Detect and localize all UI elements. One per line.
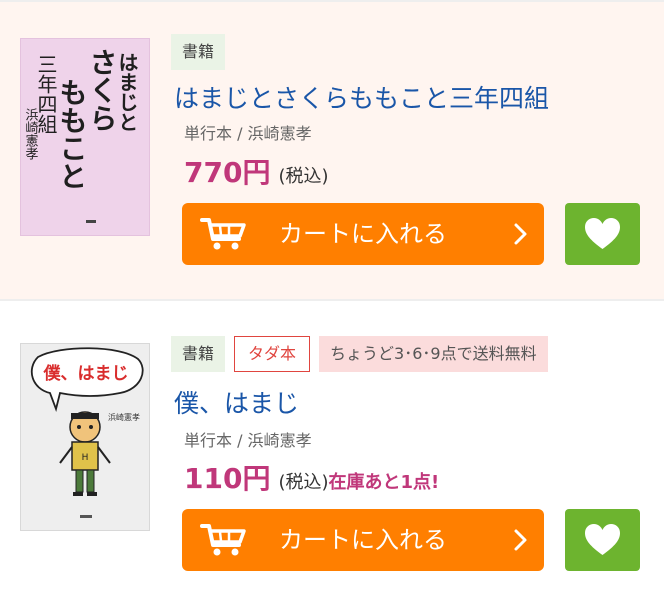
book-cover-image[interactable]: はまじと さくら ももこと 三年四組 浜崎憲孝 — [20, 38, 150, 236]
product-item: はまじと さくら ももこと 三年四組 浜崎憲孝 書籍 はまじとさくらももこと三年… — [0, 0, 664, 299]
svg-text:H: H — [82, 453, 89, 463]
free-book-badge: タダ本 — [234, 336, 311, 372]
book-cover-image[interactable]: 僕、はまじ 浜崎憲孝 H — [20, 343, 150, 531]
add-to-cart-label: カートに入れる — [279, 220, 447, 248]
divider — [0, 299, 664, 301]
add-to-cart-button[interactable]: カートに入れる — [182, 509, 544, 571]
tax-label: (税込) — [278, 472, 329, 493]
cover-title-line: さくら — [86, 48, 119, 132]
cover-author: 浜崎憲孝 — [23, 108, 39, 160]
chevron-right-icon — [514, 529, 527, 551]
add-to-cart-label: カートに入れる — [279, 526, 447, 554]
badge-group: 書籍 タダ本 ちょうど3･6･9点で送料無料 — [171, 336, 548, 372]
product-title-link[interactable]: 僕、はまじ — [174, 384, 299, 420]
stock-notice: 在庫あと1点! — [328, 472, 440, 493]
price-row: 110円 (税込) 在庫あと1点! — [184, 457, 439, 497]
product-format-author: 単行本 / 浜崎憲孝 — [184, 124, 312, 143]
cover-title: 僕、はまじ — [43, 363, 129, 384]
add-to-cart-button[interactable]: カートに入れる — [182, 203, 544, 265]
price: 770円 — [184, 156, 271, 189]
price-row: 770円 (税込) — [184, 151, 329, 191]
cover-title-line: はまじと — [115, 52, 139, 132]
price: 110円 — [184, 462, 271, 495]
favorite-button[interactable] — [565, 509, 640, 571]
badge-group: 書籍 — [171, 34, 226, 70]
cover-title-line: 三年四組 — [34, 54, 58, 134]
category-badge: 書籍 — [171, 336, 226, 372]
product-item: 僕、はまじ 浜崎憲孝 H 書籍 タダ本 ちょうど3･6･9点で送料無料 僕、はま… — [0, 299, 664, 614]
heart-icon — [585, 524, 620, 555]
cover-author: 浜崎憲孝 — [108, 412, 140, 422]
heart-icon — [585, 218, 620, 249]
free-shipping-badge: ちょうど3･6･9点で送料無料 — [319, 336, 548, 372]
favorite-button[interactable] — [565, 203, 640, 265]
product-title-link[interactable]: はまじとさくらももこと三年四組 — [174, 79, 549, 115]
divider — [0, 0, 664, 2]
category-badge: 書籍 — [171, 34, 226, 70]
cover-title-line: ももこと — [56, 78, 89, 190]
tax-label: (税込) — [278, 166, 329, 187]
product-format-author: 単行本 / 浜崎憲孝 — [184, 431, 312, 450]
chevron-right-icon — [514, 223, 527, 245]
